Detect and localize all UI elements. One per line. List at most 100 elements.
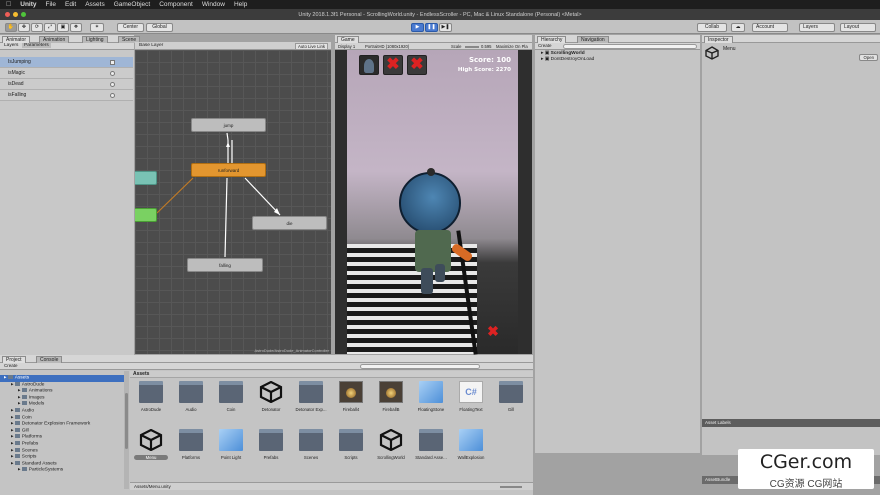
layout-dropdown[interactable]: Layout — [840, 23, 876, 32]
asset-item[interactable]: Scenes — [294, 429, 328, 460]
animator-state-graph[interactable]: jump runforward die falling AstroDude/As… — [135, 50, 331, 354]
project-tree-item[interactable]: ▸ Models — [0, 401, 124, 408]
project-tree-item[interactable]: ▸ Detonator Explosion Framework — [0, 421, 124, 428]
state-jump[interactable]: jump — [191, 118, 266, 132]
project-tree-item[interactable]: ▸ Platforms — [0, 434, 124, 441]
triangle-right-icon[interactable]: ▸ — [541, 57, 543, 62]
asset-item[interactable]: Prefabs — [254, 429, 288, 460]
asset-item[interactable]: Fireball4 — [334, 381, 368, 412]
hierarchy-create-dropdown[interactable]: Create — [538, 43, 552, 48]
menu-unity[interactable]: Unity — [20, 1, 36, 8]
project-tree-item[interactable]: ▸ Scenes — [0, 447, 124, 455]
tab-hierarchy[interactable]: Hierarchy — [537, 36, 567, 43]
project-tree-item[interactable]: ▸ Audio — [0, 407, 124, 415]
tree-scrollbar-thumb[interactable] — [125, 393, 128, 449]
zoom-window-icon[interactable] — [21, 12, 26, 17]
state-die[interactable]: die — [252, 216, 327, 230]
asset-item[interactable]: FloatingStone — [414, 381, 448, 412]
play-button[interactable]: ▶ — [411, 23, 424, 32]
tab-lighting[interactable]: Lighting — [82, 36, 108, 43]
state-any[interactable] — [135, 171, 157, 185]
project-tree-item[interactable]: ▸ ParticleSystems — [0, 467, 124, 474]
triangle-right-icon[interactable]: ▸ — [541, 51, 543, 56]
cloud-icon[interactable]: ☁ — [731, 23, 745, 32]
asset-item[interactable]: Coin — [214, 381, 248, 412]
display-dropdown[interactable]: Display 1 — [338, 43, 355, 50]
tab-game[interactable]: Game — [337, 36, 359, 43]
rect-tool-button[interactable]: ▣ — [57, 23, 69, 32]
project-create-dropdown[interactable]: Create — [4, 363, 18, 368]
transition-line[interactable] — [224, 177, 228, 258]
pause-button[interactable]: ❚❚ — [425, 23, 438, 32]
menu-gameobject[interactable]: GameObject — [114, 1, 151, 8]
hierarchy-search-input[interactable] — [563, 44, 697, 49]
base-layer-breadcrumb[interactable]: Base Layer — [139, 43, 163, 48]
project-tree-item[interactable]: ▸ Images — [0, 394, 124, 402]
resolution-dropdown[interactable]: PortraitHD (1080x1920) — [365, 43, 409, 50]
param-checkbox[interactable] — [110, 60, 115, 65]
asset-item[interactable]: Gill — [494, 381, 528, 412]
tab-console[interactable]: Console — [36, 356, 63, 363]
menu-assets[interactable]: Assets — [85, 1, 105, 8]
transform-tool-button[interactable]: ❖ — [70, 23, 82, 32]
menu-window[interactable]: Window — [202, 1, 225, 8]
param-row[interactable]: isMagic — [0, 68, 133, 79]
collab-button[interactable]: Collab — [697, 23, 727, 32]
icon-size-slider[interactable] — [500, 486, 522, 488]
asset-item[interactable]: Detonator — [254, 380, 288, 412]
tab-inspector[interactable]: Inspector — [704, 36, 733, 43]
asset-item[interactable]: FireballB — [374, 381, 408, 412]
layers-dropdown[interactable]: Layers — [799, 23, 835, 32]
minimize-window-icon[interactable] — [13, 12, 18, 17]
param-trigger-toggle[interactable] — [110, 71, 115, 76]
tab-navigation[interactable]: Navigation — [577, 36, 609, 43]
asset-item[interactable]: Platforms — [174, 429, 208, 460]
project-tree-item[interactable]: ▸ Assets — [0, 375, 124, 382]
asset-item[interactable]: AstroDude — [134, 381, 168, 412]
subtab-layers[interactable]: Layers — [4, 43, 18, 48]
param-row[interactable]: isDead — [0, 79, 133, 90]
asset-item[interactable]: ScrollingWorld — [374, 428, 408, 460]
menu-file[interactable]: File — [46, 1, 56, 8]
open-button[interactable]: Open — [859, 54, 878, 61]
hierarchy-item-dontdestroy[interactable]: ▸ ▣ DontDestroyOnLoad — [541, 57, 594, 63]
tree-scrollbar[interactable] — [124, 371, 129, 489]
asset-breadcrumb[interactable]: Assets — [133, 371, 149, 377]
project-search-input[interactable] — [360, 364, 480, 369]
asset-item[interactable]: Standard Asse... — [414, 429, 448, 460]
param-trigger-toggle[interactable] — [110, 82, 115, 87]
move-tool-button[interactable]: ✥ — [18, 23, 30, 32]
pivot-global-button[interactable]: Global — [146, 23, 173, 32]
state-running-default[interactable]: runforward — [191, 163, 266, 177]
project-tree-item[interactable]: ▸ Prefabs — [0, 440, 124, 448]
asset-item[interactable]: C# FloatingText — [454, 381, 488, 412]
asset-item[interactable]: WallExplosion — [454, 429, 488, 460]
close-window-icon[interactable] — [5, 12, 10, 17]
tab-animation[interactable]: Animation — [39, 36, 70, 43]
scale-tool-button[interactable]: ⤢ — [44, 23, 56, 32]
state-falling[interactable]: falling — [187, 258, 263, 272]
menu-component[interactable]: Component — [159, 1, 193, 8]
transition-line[interactable] — [226, 132, 229, 141]
account-dropdown[interactable]: Account — [752, 23, 788, 32]
game-render-view[interactable]: ✖ ✖ Score: 100 High Score: 2270 ✖ — [347, 50, 518, 355]
maximize-on-play-toggle[interactable]: Maximize On Pla — [496, 43, 532, 50]
asset-item[interactable]: Detonator Exp... — [294, 381, 328, 412]
pivot-center-button[interactable]: Center — [117, 23, 144, 32]
custom-tool-button[interactable]: ✶ — [90, 23, 104, 32]
state-entry[interactable] — [135, 208, 157, 222]
param-row[interactable]: isFalling — [0, 90, 133, 101]
asset-item[interactable]: Point Light — [214, 429, 248, 460]
asset-item[interactable]: Audio — [174, 381, 208, 412]
step-button[interactable]: ▶❚ — [439, 23, 452, 32]
subtab-parameters[interactable]: Parameters — [22, 43, 51, 48]
project-tree-item[interactable]: ▸ Standard Assets — [0, 460, 124, 468]
param-trigger-toggle[interactable] — [110, 93, 115, 98]
rotate-tool-button[interactable]: ⟳ — [31, 23, 43, 32]
transition-line[interactable] — [244, 177, 281, 216]
tab-project[interactable]: Project — [2, 356, 26, 363]
project-tree-item[interactable]: ▸ Animations — [0, 388, 124, 395]
apple-icon[interactable]:  — [6, 1, 11, 8]
auto-live-link-button[interactable]: Auto Live Link — [295, 43, 328, 50]
param-row[interactable]: IsJumping — [0, 57, 133, 68]
